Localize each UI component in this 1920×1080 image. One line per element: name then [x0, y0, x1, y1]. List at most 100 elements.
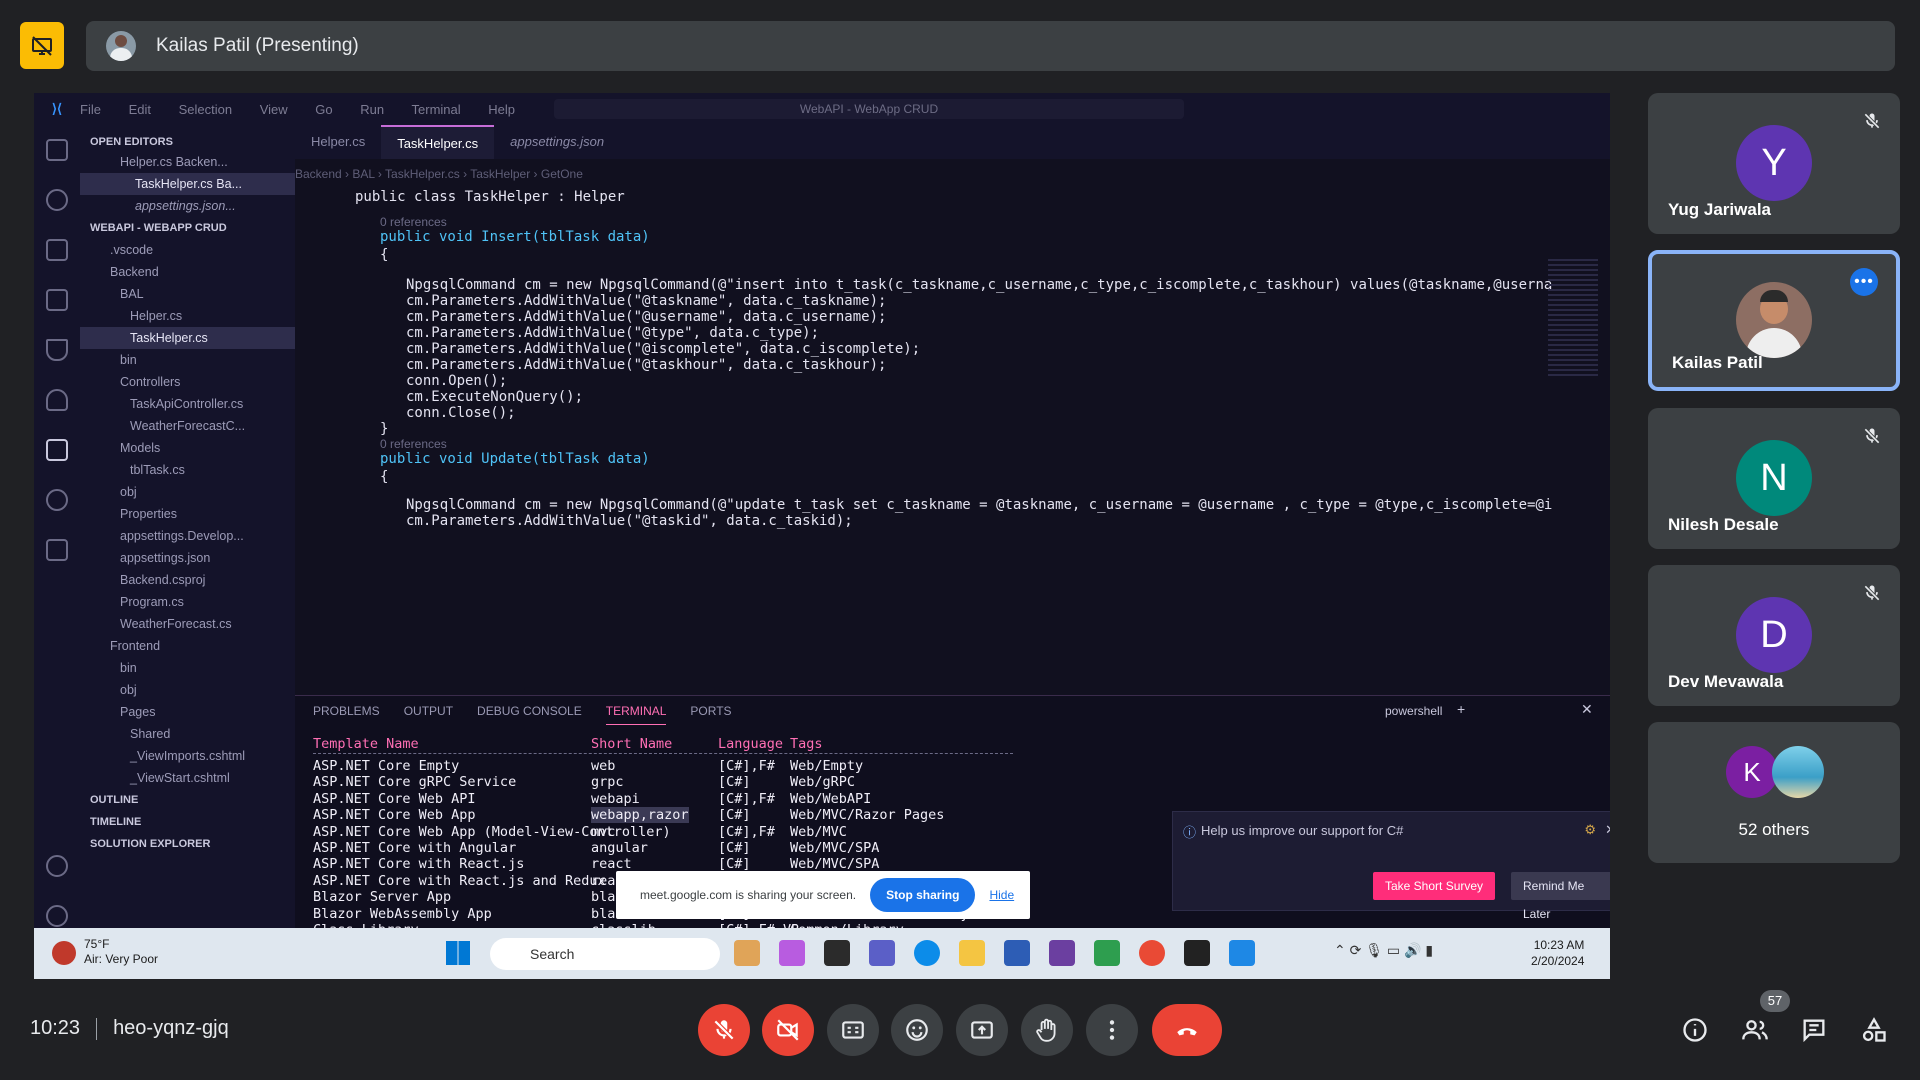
remind-later-button[interactable]: Remind Me Later	[1511, 872, 1610, 921]
stop-sharing-button[interactable]: Stop sharing	[870, 878, 976, 912]
others-tile[interactable]: K 52 others	[1648, 722, 1900, 863]
edge-icon[interactable]	[914, 940, 940, 966]
menu-terminal[interactable]: Terminal	[412, 102, 461, 117]
explorer-item[interactable]: WeatherForecast.cs	[120, 613, 232, 635]
menu-run[interactable]: Run	[360, 102, 384, 117]
explorer-item[interactable]: appsettings.json	[120, 547, 210, 569]
weather-icon[interactable]	[52, 941, 76, 965]
explorer-item[interactable]: .vscode	[110, 239, 153, 261]
terminal-shell-label[interactable]: powershell	[1385, 704, 1442, 718]
participant-tile[interactable]: D Dev Mevawala	[1648, 565, 1900, 706]
reactions-button[interactable]	[891, 1004, 943, 1056]
explorer-item[interactable]: Backend.csproj	[120, 569, 205, 591]
participant-tile[interactable]: ••• Kailas Patil	[1648, 250, 1900, 391]
excel-icon[interactable]	[1094, 940, 1120, 966]
code-lens[interactable]: 0 references	[380, 437, 447, 451]
command-search[interactable]: WebAPI - WebApp CRUD	[554, 99, 1184, 119]
explorer-item[interactable]: Shared	[130, 723, 170, 745]
extensions-icon[interactable]	[46, 289, 68, 311]
tab-taskhelper[interactable]: TaskHelper.cs	[381, 125, 495, 159]
camera-toggle-button[interactable]	[762, 1004, 814, 1056]
visual-studio-icon[interactable]	[1049, 940, 1075, 966]
explorer-icon[interactable]	[46, 139, 68, 161]
tray-icons[interactable]: ⌃ ⟳ 🎙 ▭ 🔊 ▮	[1334, 942, 1433, 959]
explorer-item[interactable]: bin	[120, 349, 137, 371]
files-icon[interactable]	[46, 439, 68, 461]
database-icon[interactable]	[46, 389, 68, 411]
vscode-app-icon[interactable]	[1229, 940, 1255, 966]
terminal-app-icon[interactable]	[1184, 940, 1210, 966]
docker-icon[interactable]	[46, 539, 68, 561]
explorer-item[interactable]: TaskHelper.cs	[80, 327, 295, 349]
presentation-icon[interactable]	[20, 22, 64, 69]
code-lens[interactable]: 0 references	[380, 215, 447, 229]
weather-widget[interactable]: 75°F Air: Very Poor	[84, 937, 158, 967]
widgets-icon[interactable]	[734, 940, 760, 966]
explorer-item[interactable]: Backend	[110, 261, 159, 283]
explorer-item[interactable]: Models	[120, 437, 160, 459]
gear-icon[interactable]: ⚙	[1584, 822, 1596, 838]
teams-icon[interactable]	[869, 940, 895, 966]
explorer-item[interactable]: bin	[120, 657, 137, 679]
explorer-item[interactable]: TaskApiController.cs	[130, 393, 243, 415]
explorer-item[interactable]: obj	[120, 679, 137, 701]
hide-button[interactable]: Hide	[989, 888, 1014, 902]
captions-button[interactable]	[827, 1004, 879, 1056]
testing-icon[interactable]	[46, 339, 68, 361]
tab-terminal[interactable]: TERMINAL	[605, 704, 667, 725]
raise-hand-button[interactable]	[1021, 1004, 1073, 1056]
menu-edit[interactable]: Edit	[129, 102, 151, 117]
explorer-item[interactable]: TIMELINE	[90, 811, 141, 833]
menu-selection[interactable]: Selection	[179, 102, 232, 117]
start-icon[interactable]	[446, 941, 470, 965]
taskbar-search[interactable]: Search	[490, 938, 720, 970]
explorer-item[interactable]: OPEN EDITORS	[90, 131, 173, 153]
explorer-item[interactable]: Program.cs	[120, 591, 184, 613]
run-debug-icon[interactable]	[46, 239, 68, 261]
participant-tile[interactable]: N Nilesh Desale	[1648, 408, 1900, 549]
store-icon[interactable]	[1004, 940, 1030, 966]
menu-file[interactable]: File	[80, 102, 101, 117]
task-view-icon[interactable]	[824, 940, 850, 966]
participant-tile[interactable]: Y Yug Jariwala	[1648, 93, 1900, 234]
tab-output[interactable]: OUTPUT	[404, 704, 453, 725]
tab-problems[interactable]: PROBLEMS	[313, 704, 380, 725]
activities-button[interactable]	[1858, 1014, 1890, 1046]
explorer-item[interactable]: Helper.cs Backen...	[120, 151, 228, 173]
explorer-item[interactable]: appsettings.Develop...	[120, 525, 244, 547]
take-survey-button[interactable]: Take Short Survey	[1373, 872, 1496, 900]
explorer-item[interactable]: TaskHelper.cs Ba...	[80, 173, 295, 195]
tab-ports[interactable]: PORTS	[690, 704, 731, 725]
meeting-code[interactable]: heo-yqnz-gjq	[113, 1017, 229, 1040]
explorer-item[interactable]: WEBAPI - WEBAPP CRUD	[90, 217, 227, 239]
code-editor[interactable]: public class TaskHelper : Helper 0 refer…	[295, 189, 1610, 695]
source-control-icon[interactable]	[46, 189, 68, 211]
present-now-button[interactable]	[956, 1004, 1008, 1056]
more-options-button[interactable]	[1086, 1004, 1138, 1056]
chat-button[interactable]	[1798, 1014, 1830, 1046]
explorer-item[interactable]: _ViewImports.cshtml	[130, 745, 245, 767]
explorer-item[interactable]: tblTask.cs	[130, 459, 185, 481]
explorer-item[interactable]: OUTLINE	[90, 789, 138, 811]
breadcrumb[interactable]: Backend › BAL › TaskHelper.cs › TaskHelp…	[295, 167, 583, 181]
leave-call-button[interactable]	[1152, 1004, 1222, 1056]
explorer-item[interactable]: Pages	[120, 701, 155, 723]
new-terminal-icon[interactable]: +	[1457, 701, 1465, 717]
more-options-icon[interactable]: •••	[1850, 268, 1878, 296]
menu-view[interactable]: View	[260, 102, 288, 117]
close-panel-icon[interactable]: ✕	[1581, 701, 1593, 718]
minimap[interactable]	[1548, 259, 1598, 379]
settings-gear-icon[interactable]	[46, 905, 68, 927]
account-icon[interactable]	[46, 855, 68, 877]
explorer-item[interactable]: Properties	[120, 503, 177, 525]
close-icon[interactable]: ✕	[1605, 822, 1610, 838]
tab-helper[interactable]: Helper.cs	[295, 125, 381, 159]
copilot-icon[interactable]	[46, 489, 68, 511]
meeting-details-button[interactable]	[1679, 1014, 1711, 1046]
file-explorer-icon[interactable]	[959, 940, 985, 966]
people-button[interactable]	[1739, 1014, 1771, 1046]
explorer-item[interactable]: Helper.cs	[130, 305, 182, 327]
microphone-toggle-button[interactable]	[698, 1004, 750, 1056]
menu-help[interactable]: Help	[488, 102, 515, 117]
tab-debug-console[interactable]: DEBUG CONSOLE	[477, 704, 582, 725]
